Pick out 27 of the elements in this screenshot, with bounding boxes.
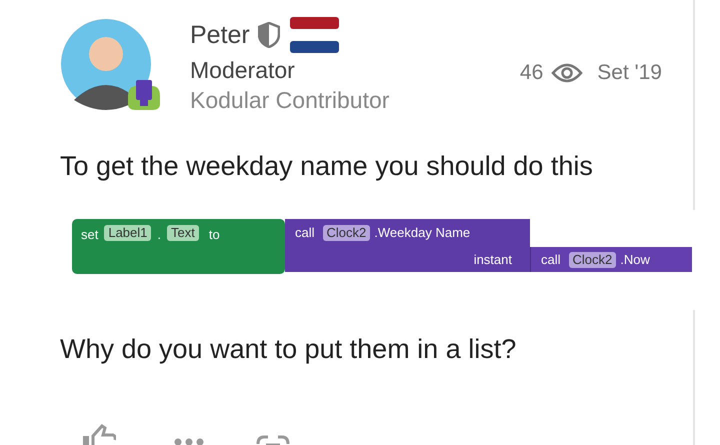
more-icon[interactable] — [174, 438, 204, 445]
post-paragraph: To get the weekday name you should do this — [60, 150, 594, 183]
method-label: .Now — [620, 250, 650, 269]
call-keyword: call — [295, 224, 315, 242]
dot-label: . — [157, 226, 162, 244]
property-dropdown[interactable]: Text — [167, 225, 199, 241]
link-icon[interactable] — [256, 434, 290, 445]
like-icon[interactable] — [82, 424, 116, 445]
call-keyword: call — [541, 250, 561, 269]
avatar[interactable] — [60, 18, 152, 110]
user-group: Kodular Contributor — [190, 85, 390, 115]
component-dropdown[interactable]: Label1 — [104, 225, 152, 241]
method-label: .Weekday Name — [374, 224, 470, 242]
view-count: 46 — [520, 60, 544, 86]
socket-label: instant — [474, 250, 512, 269]
shield-icon — [258, 22, 280, 48]
component-dropdown[interactable]: Clock2 — [322, 225, 370, 241]
badge-icon — [126, 78, 162, 110]
flag-icon — [290, 17, 339, 53]
post-paragraph: Why do you want to put them in a list? — [60, 333, 518, 366]
author-name[interactable]: Peter — [190, 22, 250, 48]
post-date[interactable]: Set '19 — [597, 57, 662, 89]
to-keyword: to — [208, 226, 220, 244]
eye-icon — [551, 63, 584, 83]
component-dropdown[interactable]: Clock2 — [568, 252, 616, 268]
set-keyword: set — [81, 226, 98, 244]
user-title: Moderator — [190, 56, 296, 85]
